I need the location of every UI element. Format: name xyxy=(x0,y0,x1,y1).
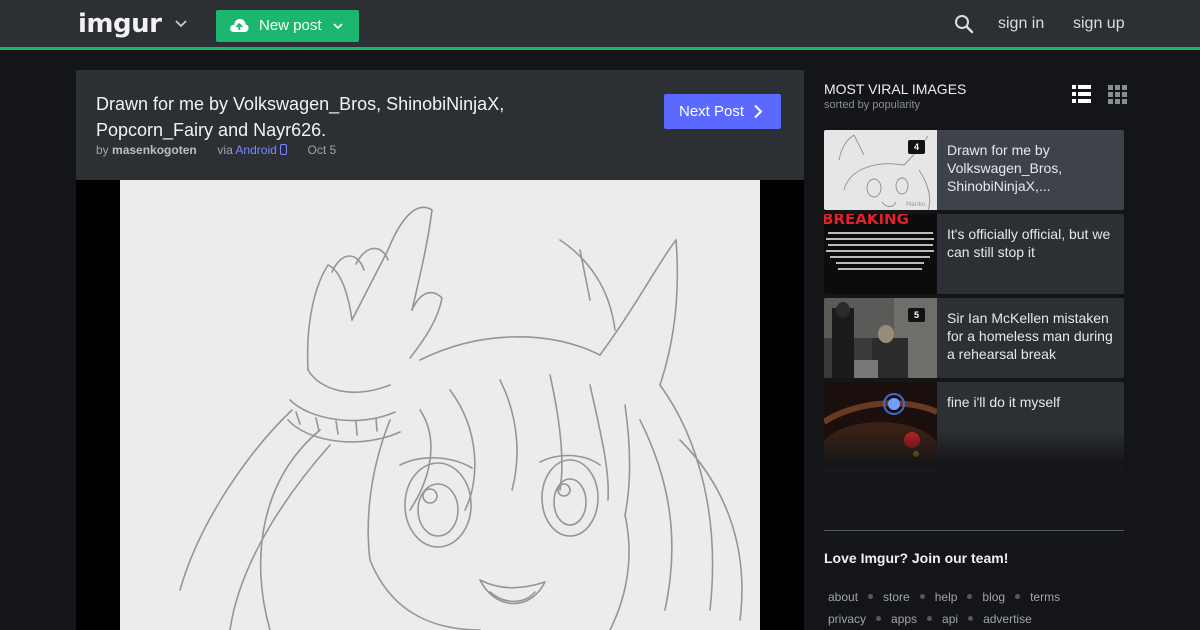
thumbnail-image: BREAKING xyxy=(824,214,937,294)
sidebar-title: MOST VIRAL IMAGES xyxy=(824,81,967,97)
viral-item-caption: fine i'll do it myself xyxy=(947,394,1061,410)
next-post-button[interactable]: Next Post xyxy=(664,94,781,129)
by-label: by xyxy=(96,143,109,157)
post-header: Drawn for me by Volkswagen_Bros, Shinobi… xyxy=(76,70,804,180)
footer-link-apps[interactable]: apps xyxy=(891,608,917,630)
cloud-upload-icon xyxy=(230,19,249,32)
thumbnail-headline: BREAKING xyxy=(824,214,909,228)
next-post-label: Next Post xyxy=(679,103,745,120)
sign-in-link[interactable]: sign in xyxy=(998,14,1044,34)
footer-link-privacy[interactable]: privacy xyxy=(828,608,866,630)
chevron-down-icon[interactable] xyxy=(174,17,188,31)
new-post-button[interactable]: New post xyxy=(216,10,359,42)
post-image-container xyxy=(76,180,804,630)
new-post-label: New post xyxy=(259,17,322,34)
grid-view-icon[interactable] xyxy=(1108,85,1127,104)
via-label: via xyxy=(217,143,233,157)
mobile-phone-icon xyxy=(279,144,287,155)
post-title-line: Drawn for me by Volkswagen_Bros, Shinobi… xyxy=(96,94,505,114)
chevron-right-icon xyxy=(754,104,763,119)
search-icon[interactable] xyxy=(954,14,974,34)
sign-up-link[interactable]: sign up xyxy=(1073,14,1125,34)
post-meta: by masenkogoten via Android Oct 5 xyxy=(96,142,336,158)
footer-link-terms[interactable]: terms xyxy=(1030,586,1060,608)
viral-list-item[interactable]: Manko 4 Drawn for me by Volkswagen_Bros,… xyxy=(824,130,1124,210)
author-link[interactable]: masenkogoten xyxy=(112,143,197,157)
post-title-line: Popcorn_Fairy and Nayr626. xyxy=(96,120,327,140)
footer-link-api[interactable]: api xyxy=(942,608,958,630)
list-view-icon[interactable] xyxy=(1072,85,1091,103)
image-count-badge: 4 xyxy=(908,140,925,154)
footer-link-help[interactable]: help xyxy=(935,586,958,608)
viral-item-caption: It's officially official, but we can sti… xyxy=(947,226,1111,260)
sidebar-sort-label[interactable]: sorted by popularity xyxy=(824,99,920,112)
viral-list-item[interactable]: 5 Sir Ian McKellen mistaken for a homele… xyxy=(824,298,1124,378)
imgur-logo[interactable]: imgur xyxy=(78,7,162,41)
top-navigation-bar: imgur New post sign in sign up xyxy=(0,0,1200,50)
viral-item-caption: Sir Ian McKellen mistaken for a homeless… xyxy=(947,310,1113,362)
list-fade-overlay xyxy=(824,430,1124,480)
viral-item-caption: Drawn for me by Volkswagen_Bros, Shinobi… xyxy=(947,142,1063,194)
footer-link-blog[interactable]: blog xyxy=(982,586,1005,608)
viral-list-item[interactable]: BREAKING It's officially official, but w… xyxy=(824,214,1124,294)
image-count-badge: 5 xyxy=(908,308,925,322)
footer-link-about[interactable]: about xyxy=(828,586,858,608)
post-image[interactable] xyxy=(120,180,760,630)
chevron-down-icon xyxy=(333,23,343,30)
post-title: Drawn for me by Volkswagen_Bros, Shinobi… xyxy=(96,91,616,143)
sidebar-divider xyxy=(824,530,1124,531)
footer-link-advertise[interactable]: advertise xyxy=(983,608,1032,630)
footer-links: about store help blog terms privacy apps api ad… xyxy=(828,586,1128,630)
join-team-link[interactable]: Love Imgur? Join our team! xyxy=(824,549,1008,567)
svg-text:Manko: Manko xyxy=(906,201,926,208)
footer-link-store[interactable]: store xyxy=(883,586,910,608)
post-date: Oct 5 xyxy=(307,143,337,157)
via-source-link[interactable]: Android xyxy=(235,143,276,157)
